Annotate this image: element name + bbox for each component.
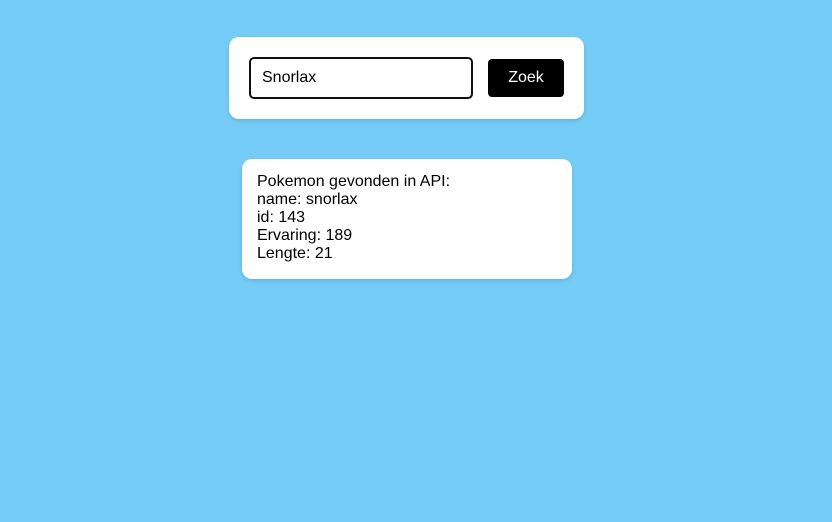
result-experience: Ervaring: 189 — [257, 227, 353, 244]
result-height: Lengte: 21 — [257, 245, 333, 262]
result-heading: Pokemon gevonden in API: — [257, 173, 451, 190]
result-card: Pokemon gevonden in API: name: snorlax i… — [242, 159, 572, 279]
result-id: id: 143 — [257, 209, 306, 226]
search-button[interactable]: Zoek — [488, 59, 564, 97]
search-card: Zoek — [229, 37, 584, 119]
search-input[interactable] — [249, 57, 473, 99]
result-name: name: snorlax — [257, 191, 358, 208]
